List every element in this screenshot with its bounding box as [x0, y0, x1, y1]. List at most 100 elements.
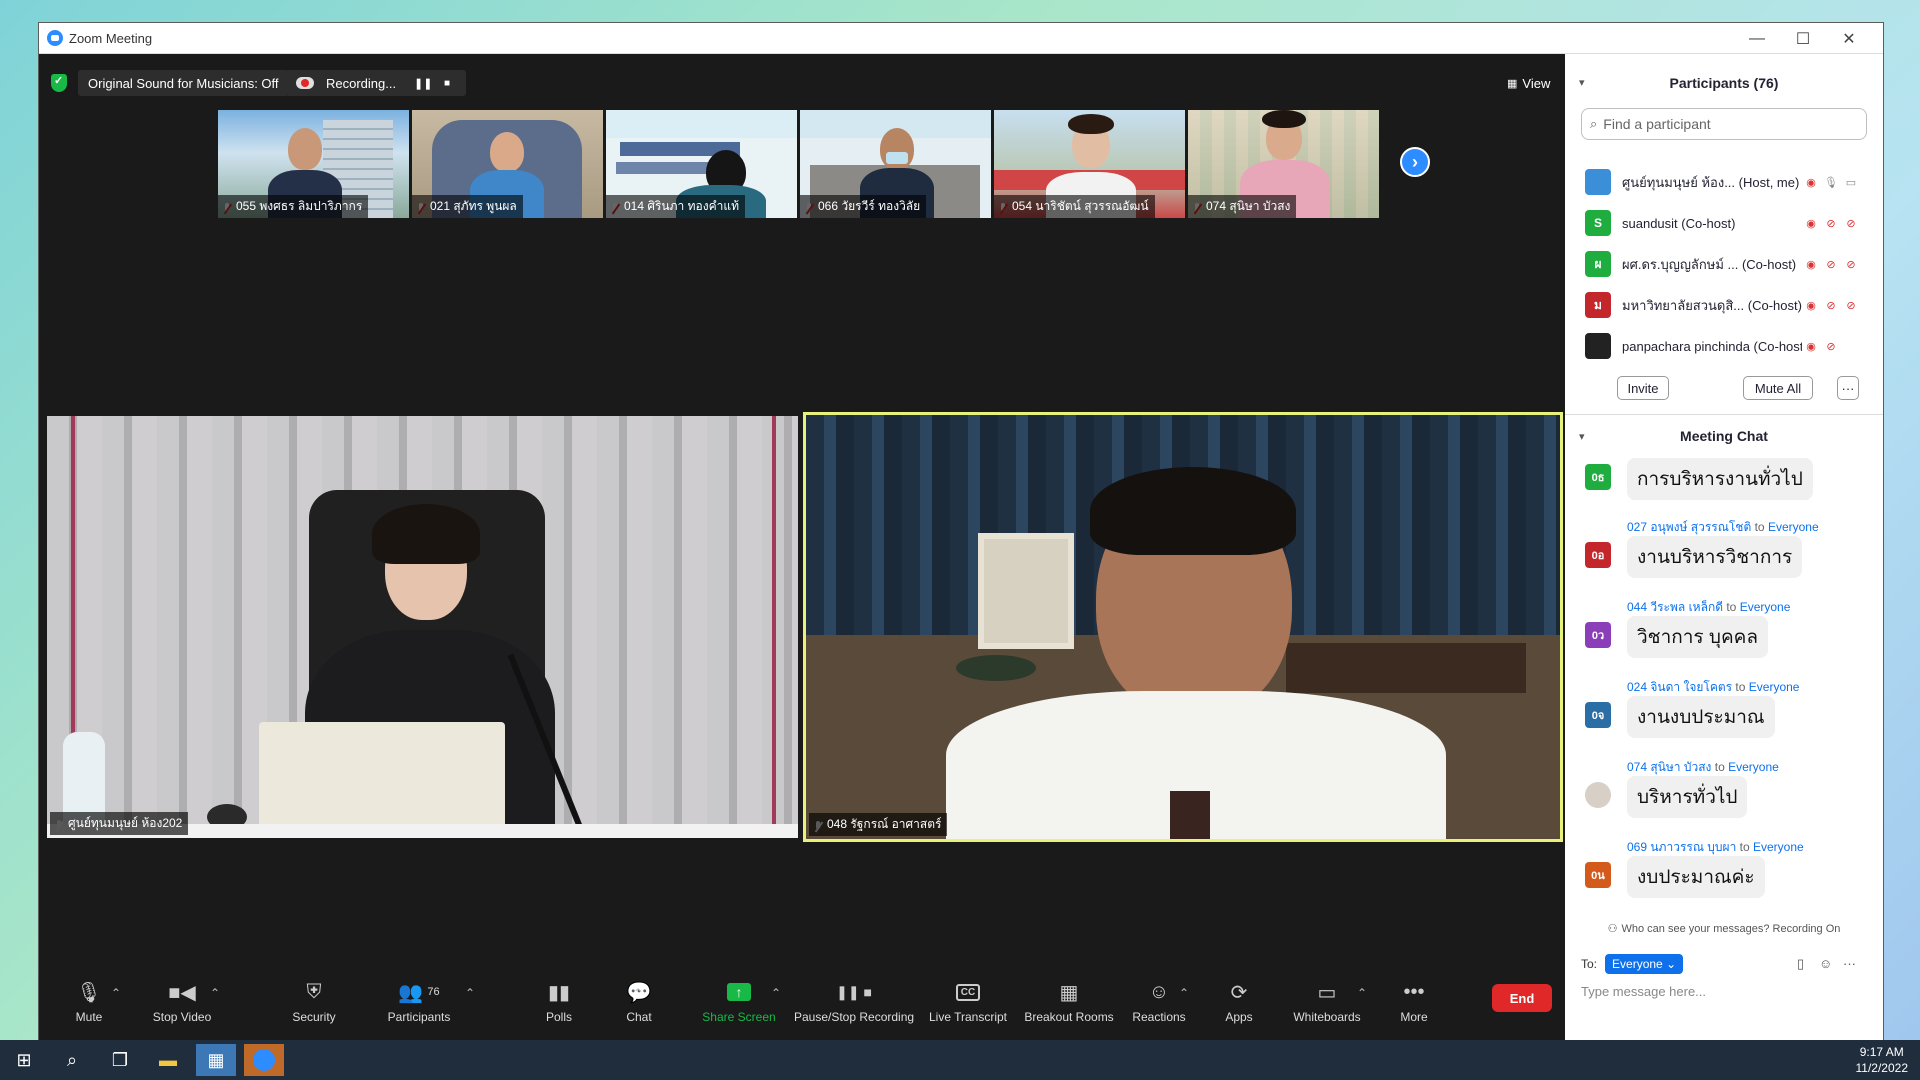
who-can-see-messages-link[interactable]: ⚇ Who can see your messages? Recording On [1565, 922, 1883, 935]
video-off-icon[interactable]: ⊘ [1844, 298, 1858, 312]
video-thumbnail[interactable]: 014 ศิรินภา ทองคำแท้ [606, 110, 797, 218]
whiteboards-options-caret-icon[interactable]: ⌃ [1357, 986, 1367, 1000]
video-stage: Original Sound for Musicians: Off Record… [39, 54, 1565, 1040]
end-meeting-button[interactable]: End [1492, 984, 1552, 1012]
message-header: 024 จินดา ใจยโคตร to Everyone [1627, 680, 1800, 694]
participant-name: suandusit (Co-host) [1622, 215, 1736, 231]
who-can-see-label: Who can see your messages? Recording On [1621, 923, 1841, 935]
search-icon[interactable]: ⌕ [52, 1044, 92, 1076]
file-explorer-icon[interactable]: ▬ [148, 1044, 188, 1076]
muted-mic-icon[interactable]: ⊘ [1824, 257, 1838, 271]
video-off-icon[interactable]: ⊘ [1844, 216, 1858, 230]
chevron-down-icon: ⌄ [1666, 957, 1677, 971]
video-thumbnail[interactable]: 074 สุนิษา บัวสง [1188, 110, 1379, 218]
sender-name[interactable]: 044 วีระพล เหล็กดี [1627, 600, 1723, 614]
zoom-app-icon[interactable] [244, 1044, 284, 1076]
maximize-icon[interactable]: ☐ [1780, 23, 1826, 54]
more-button[interactable]: ••• More [1384, 976, 1444, 1025]
breakout-rooms-button[interactable]: ▦ Breakout Rooms [1019, 976, 1119, 1025]
apps-button[interactable]: ⟳ Apps [1209, 976, 1269, 1025]
sender-name[interactable]: 027 อนุพงษ์ สุวรรณโชติ [1627, 520, 1751, 534]
sender-name[interactable]: 069 นภาวรรณ บุบผา [1627, 840, 1736, 854]
app-tile-icon[interactable]: ▦ [196, 1044, 236, 1076]
participants-title: Participants (76) [1669, 75, 1779, 91]
task-view-icon[interactable]: ❐ [100, 1044, 140, 1076]
close-icon[interactable]: ✕ [1826, 23, 1872, 54]
chat-more-icon[interactable]: ··· [1843, 956, 1856, 971]
participants-more-button[interactable]: ··· [1837, 376, 1859, 400]
minimize-icon[interactable]: — [1734, 23, 1780, 54]
live-transcript-label: Live Transcript [928, 1010, 1008, 1024]
muted-mic-icon[interactable]: ⊘ [1824, 216, 1838, 230]
participant-avatar: S [1585, 210, 1611, 236]
encryption-shield-icon[interactable] [51, 74, 67, 92]
next-page-button[interactable]: › [1400, 147, 1430, 177]
security-label: Security [292, 1010, 336, 1024]
participant-row[interactable]: ม มหาวิทยาลัยสวนดุสิ... (Co-host) ◉ ⊘ ⊘ [1565, 285, 1875, 325]
original-sound-button[interactable]: Original Sound for Musicians: Off [78, 70, 289, 96]
polls-button[interactable]: ▮▮ Polls [529, 976, 589, 1025]
share-options-caret-icon[interactable]: ⌃ [771, 986, 781, 1000]
to-label: To: [1581, 957, 1598, 971]
mute-button[interactable]: 🎙 Mute [59, 976, 119, 1025]
emoji-icon[interactable]: ☺ [1819, 956, 1832, 971]
os-taskbar: ⊞ ⌕ ❐ ▬ ▦ 9:17 AM 11/2/2022 [0, 1040, 1920, 1080]
window-title: Zoom Meeting [69, 30, 153, 46]
stop-video-button[interactable]: ■◀ Stop Video [142, 976, 222, 1025]
sender-name[interactable]: 074 สุนิษา บัวสง [1627, 760, 1711, 774]
participant-row[interactable]: panpachara pinchinda (Co-host) ◉ ⊘ [1565, 326, 1875, 366]
system-clock[interactable]: 9:17 AM 11/2/2022 [1856, 1044, 1909, 1076]
participants-button[interactable]: 👥 76 Participants [379, 976, 459, 1025]
view-button[interactable]: ▦ View [1501, 70, 1557, 96]
live-transcript-button[interactable]: CC Live Transcript [923, 976, 1013, 1024]
pause-icon[interactable]: ❚❚ [414, 77, 432, 90]
recipient-name: Everyone [1748, 680, 1800, 694]
participant-row[interactable]: ศูนย์ทุนมนุษย์ ห้อง... (Host, me) ◉ 🎙 ▭ [1565, 162, 1875, 202]
stop-icon[interactable]: ■ [444, 78, 450, 89]
pause-stop-recording-button[interactable]: ❚❚ ■ Pause/Stop Recording [793, 976, 915, 1025]
participant-avatar: ม [1585, 292, 1611, 318]
reactions-button[interactable]: ☺ Reactions [1124, 976, 1194, 1025]
recording-icon: ◉ [1806, 299, 1816, 312]
reactions-smiley-icon: ☺ [1148, 980, 1170, 1003]
security-button[interactable]: ⛨ Security [279, 976, 349, 1025]
file-icon[interactable]: ▯ [1797, 956, 1804, 972]
muted-mic-icon[interactable]: ⊘ [1824, 298, 1838, 312]
chat-message-input[interactable]: Type message here... [1581, 984, 1706, 999]
video-off-icon[interactable]: ⊘ [1844, 257, 1858, 271]
chat-options-caret-icon[interactable]: ⌃ [633, 986, 643, 1000]
video-icon[interactable]: ▭ [1844, 175, 1858, 189]
share-screen-button[interactable]: ↑ Share Screen [694, 976, 784, 1024]
meeting-chat-title: Meeting Chat [1680, 428, 1768, 444]
recipient-dropdown[interactable]: Everyone ⌄ [1605, 954, 1684, 974]
share-screen-icon: ↑ [727, 976, 751, 1008]
person-icon: ⚇ [1607, 923, 1618, 935]
video-thumbnail[interactable]: 021 สุภัทร พูนผล [412, 110, 603, 218]
mute-options-caret-icon[interactable]: ⌃ [111, 986, 121, 1000]
windows-start-icon[interactable]: ⊞ [4, 1044, 44, 1076]
sender-name[interactable]: 024 จินดา ใจยโคตร [1627, 680, 1732, 694]
video-options-caret-icon[interactable]: ⌃ [210, 986, 220, 1000]
participant-row[interactable]: ผ ผศ.ดร.บุญญลักษม์ ... (Co-host) ◉ ⊘ ⊘ [1565, 244, 1875, 284]
pause-stop-recording-label: Pause/Stop Recording [793, 1010, 915, 1024]
chat-button[interactable]: 💬 Chat [609, 976, 669, 1025]
mic-icon[interactable]: 🎙 [1824, 175, 1838, 189]
whiteboard-icon: ▭ [1317, 981, 1337, 1004]
reactions-options-caret-icon[interactable]: ⌃ [1179, 986, 1189, 1000]
video-tile-active-speaker[interactable]: 048 รัฐกรณ์ อาศาสตร์ [803, 412, 1563, 842]
video-off-icon[interactable]: ⊘ [1824, 339, 1838, 353]
recipient-name: Everyone [1753, 840, 1804, 854]
find-participant-input[interactable]: ⌕ Find a participant [1581, 108, 1867, 140]
participant-row[interactable]: S suandusit (Co-host) ◉ ⊘ ⊘ [1565, 203, 1875, 243]
video-thumbnail[interactable]: 055 พงศธร ลิมปาริภากร [218, 110, 409, 218]
participants-options-caret-icon[interactable]: ⌃ [465, 986, 475, 1000]
mute-all-button[interactable]: Mute All [1743, 376, 1813, 400]
video-thumbnail[interactable]: 066 วัยรวีร์ ทองวิลัย [800, 110, 991, 218]
sender-avatar: 0จ [1585, 702, 1611, 728]
video-tile-left[interactable]: ศูนย์ทุนมนุษย์ ห้อง202 [47, 416, 798, 838]
participant-name: 014 ศิรินภา ทองคำแท้ [606, 195, 745, 218]
more-label: More [1400, 1010, 1428, 1024]
invite-button[interactable]: Invite [1617, 376, 1669, 400]
video-thumbnail[interactable]: 054 นาริชัตน์ สุวรรณอัฒน์ [994, 110, 1185, 218]
whiteboards-button[interactable]: ▭ Whiteboards [1287, 976, 1367, 1025]
